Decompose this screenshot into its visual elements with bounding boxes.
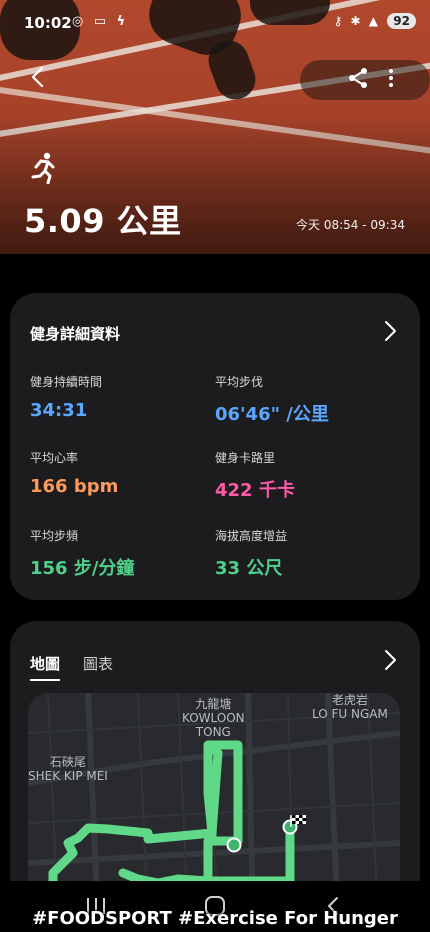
metric-label: 平均心率	[30, 451, 79, 465]
metric-value: 06'46" /公里	[215, 404, 329, 425]
metric-label: 健身持續時間	[30, 375, 103, 389]
back-icon[interactable]	[26, 64, 52, 90]
metric-duration: 健身持續時間 34:31	[30, 373, 102, 421]
metric-label: 平均步頻	[30, 529, 79, 543]
more-options-icon[interactable]	[384, 66, 398, 90]
metric-value: 34:31	[30, 400, 88, 421]
metric-cadence: 平均步頻 156 步/分鐘	[30, 527, 134, 580]
tab-chart[interactable]: 圖表	[83, 653, 113, 674]
workout-hero-banner: 10:02 ◎ ▭ ϟ ⚷ ✱ ▲ 92 5.09 公里 今天 08:54 - …	[0, 0, 430, 254]
metric-value: 422 千卡	[215, 480, 295, 501]
notification-icons: ◎ ▭ ϟ	[72, 14, 129, 29]
overlay-caption: #FOODSPORT #Exercise For Hunger	[32, 908, 398, 929]
chevron-right-icon[interactable]	[382, 320, 398, 342]
running-icon	[31, 152, 55, 184]
status-bar: 10:02 ◎ ▭ ϟ ⚷ ✱ ▲ 92	[24, 12, 416, 34]
battery-indicator: 92	[387, 13, 416, 29]
metric-avg-pace: 平均步伐 06'46" /公里	[215, 373, 329, 426]
metric-label: 平均步伐	[215, 375, 264, 389]
status-time: 10:02	[24, 14, 72, 32]
system-status-icons: ⚷ ✱ ▲	[333, 14, 380, 28]
workout-details-card[interactable]: 健身詳細資料 健身持續時間 34:31 平均步伐 06'46" /公里 平均心率…	[10, 293, 420, 600]
metric-elevation-gain: 海拔高度增益 33 公尺	[215, 527, 287, 580]
workout-time-range: 今天 08:54 - 09:34	[296, 218, 405, 232]
metric-value: 33 公尺	[215, 558, 283, 579]
metric-heart-rate: 平均心率 166 bpm	[30, 449, 118, 497]
tab-map[interactable]: 地圖	[30, 653, 61, 681]
metric-calories: 健身卡路里 422 千卡	[215, 449, 295, 502]
finish-flag-icon	[282, 815, 306, 835]
metric-value: 166 bpm	[30, 476, 119, 497]
share-icon[interactable]	[346, 66, 370, 90]
metric-label: 海拔高度增益	[215, 529, 288, 543]
chevron-right-icon[interactable]	[382, 649, 398, 671]
metric-label: 健身卡路里	[215, 451, 276, 465]
distance-value: 5.09 公里	[24, 202, 182, 240]
start-point-icon	[226, 837, 242, 853]
details-title: 健身詳細資料	[30, 325, 121, 343]
metric-value: 156 步/分鐘	[30, 558, 135, 579]
map-card: 地圖 圖表 九龍塘 KOWLOON TONG 老虎岩 LO FU NGAM 石硤…	[10, 621, 420, 921]
